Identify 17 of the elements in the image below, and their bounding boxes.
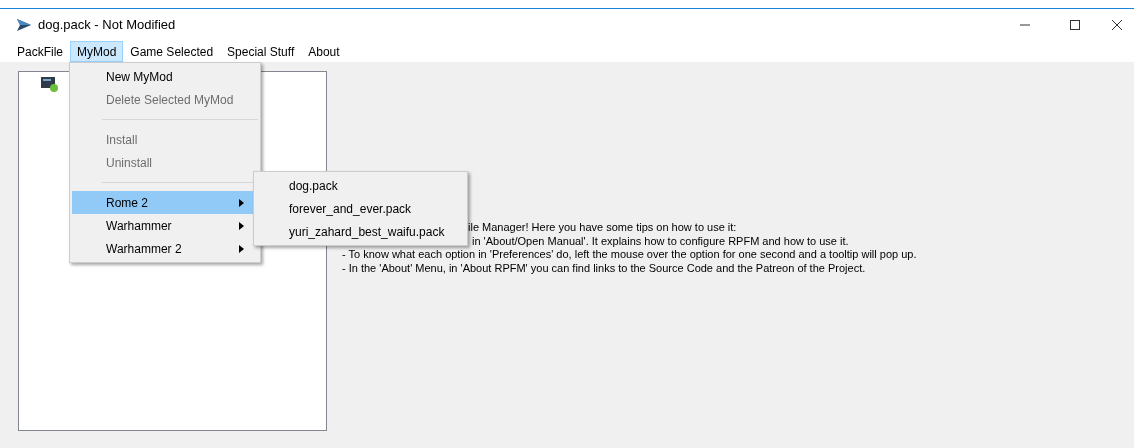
menu-bar-item[interactable]: MyMod [70,41,124,62]
tip-text: - In the 'About' Menu, in 'About RPFM' you can find links to the Source Code and the Patreon of the Project. [342,261,867,275]
submenu-arrow-icon [239,221,244,230]
maximize-icon[interactable] [1070,20,1080,30]
menu-item[interactable]: New MyMod [72,65,258,88]
tip-text: - To know what each option in 'Preferences' do, left the mouse over the option for one second and a tooltip will pop up. [342,248,917,262]
menu-bar-item[interactable]: About [301,41,347,62]
window-title: dog.pack - Not Modified [38,16,176,35]
pack-file-icon [41,76,59,92]
submenu-arrow-icon [239,198,244,207]
app-logo-icon [16,18,32,32]
menu-bar-item[interactable]: Game Selected [123,41,221,62]
close-icon[interactable] [1112,20,1122,30]
menu-bar-item[interactable]: Special Stuff [220,41,302,62]
menu-bar-item[interactable]: PackFile [10,41,70,62]
tip-text: in 'About/Open Manual'. It explains how to configure RPFM and how to use it. [471,234,850,248]
submenu-arrow-icon [239,244,244,253]
